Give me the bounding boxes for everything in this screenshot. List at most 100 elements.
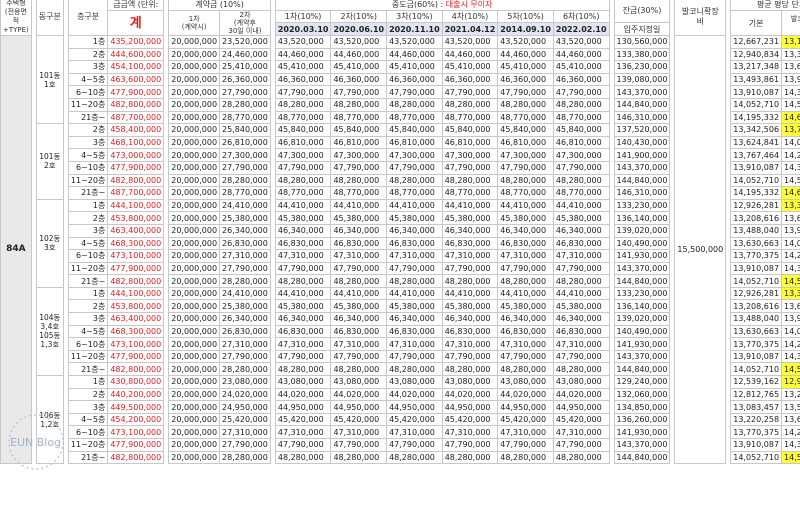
middle-payment-cell: 45,840,000 xyxy=(386,123,443,137)
middle-payment-cell: 48,770,000 xyxy=(441,110,499,125)
middle-payment-cell: 47,300,000 xyxy=(386,148,443,162)
middle-payment-cell: 44,460,000 xyxy=(330,47,388,62)
balance-cell: 130,560,000 xyxy=(613,35,671,49)
contract-2-cell: 27,790,000 xyxy=(219,85,271,99)
contract-1-cell: 20,000,000 xyxy=(168,72,221,87)
sale-price-cell: 468,300,000 xyxy=(107,236,165,251)
sale-price-cell: 473,100,000 xyxy=(107,425,165,439)
balance-cell: 143,370,000 xyxy=(613,261,671,276)
unit-price-basic-cell: 12,926,281 xyxy=(730,286,783,301)
floor-cell: 1층 xyxy=(67,286,109,301)
balance-cell: 144,840,000 xyxy=(613,173,671,188)
unit-price-balcony-cell: 14,646,486 xyxy=(781,110,800,125)
sale-price-cell: 463,400,000 xyxy=(107,312,165,326)
floor-cell: 21층~ xyxy=(67,362,109,377)
floor-cell: 4~5층 xyxy=(67,412,109,427)
floor-cell: 21층~ xyxy=(67,186,109,200)
middle-payment-cell: 48,280,000 xyxy=(552,173,610,188)
middle-payment-cell: 45,410,000 xyxy=(441,60,499,74)
balance-cell: 143,370,000 xyxy=(613,349,671,364)
middle-payment-cell: 44,020,000 xyxy=(274,387,332,402)
sale-price-cell: 463,600,000 xyxy=(107,72,165,87)
header-contract-1: 1차 (계약시) xyxy=(168,10,221,36)
header-balance: 잔금(30%) xyxy=(613,0,671,23)
middle-payment-cell: 47,790,000 xyxy=(441,349,499,364)
floor-cell: 2층 xyxy=(67,299,109,314)
middle-payment-cell: 48,280,000 xyxy=(274,450,332,465)
unit-price-balcony-cell: 14,221,528 xyxy=(781,425,800,439)
balance-cell: 136,230,000 xyxy=(613,60,671,74)
sale-price-cell: 482,800,000 xyxy=(107,274,165,288)
contract-1-cell: 20,000,000 xyxy=(168,97,221,112)
middle-payment-cell: 47,790,000 xyxy=(552,261,610,276)
sale-price-cell: 468,300,000 xyxy=(107,324,165,339)
header-date-6: 2022.02.10 xyxy=(552,22,610,36)
contract-1-cell: 20,000,000 xyxy=(168,186,221,200)
middle-payment-cell: 47,310,000 xyxy=(441,425,499,439)
floor-cell: 11~20층 xyxy=(67,261,109,276)
middle-payment-cell: 43,080,000 xyxy=(274,375,332,389)
middle-payment-cell: 47,790,000 xyxy=(330,349,388,364)
unit-price-basic-cell: 13,910,087 xyxy=(730,85,783,99)
unit-price-balcony-cell: 13,671,412 xyxy=(781,412,800,427)
sale-price-cell: 473,100,000 xyxy=(107,249,165,263)
contract-1-cell: 20,000,000 xyxy=(168,362,221,377)
middle-payment-cell: 44,020,000 xyxy=(386,387,443,402)
floor-cell: 21층~ xyxy=(67,110,109,125)
contract-2-cell: 25,420,000 xyxy=(219,412,271,427)
middle-payment-cell: 43,080,000 xyxy=(386,375,443,389)
middle-payment-cell: 47,300,000 xyxy=(441,148,499,162)
unit-price-basic-cell: 14,052,710 xyxy=(730,173,783,188)
middle-payment-cell: 47,790,000 xyxy=(552,438,610,452)
middle-payment-cell: 48,280,000 xyxy=(386,97,443,112)
contract-1-cell: 20,000,000 xyxy=(168,286,221,301)
unit-price-balcony-cell: 13,945,015 xyxy=(781,72,800,87)
middle-payment-cell: 45,380,000 xyxy=(386,211,443,225)
middle-payment-cell: 44,020,000 xyxy=(552,387,610,402)
middle-payment-cell: 45,840,000 xyxy=(497,123,554,137)
middle-payment-cell: 47,790,000 xyxy=(386,261,443,276)
middle-payment-cell: 46,830,000 xyxy=(552,324,610,339)
unit-price-basic-cell: 13,624,841 xyxy=(730,135,783,150)
middle-payment-cell: 45,420,000 xyxy=(441,412,499,427)
unit-price-balcony-cell: 13,534,610 xyxy=(781,400,800,414)
contract-2-cell: 27,310,000 xyxy=(219,337,271,351)
middle-payment-cell: 44,410,000 xyxy=(441,198,499,213)
contract-1-cell: 20,000,000 xyxy=(168,324,221,339)
middle-payment-cell: 48,280,000 xyxy=(441,97,499,112)
middle-payment-cell: 43,520,000 xyxy=(386,35,443,49)
middle-payment-cell: 48,280,000 xyxy=(330,362,388,377)
middle-payment-cell: 43,520,000 xyxy=(497,35,554,49)
dong-cell: 104동 3,4호 105동 1,3호 xyxy=(35,286,64,377)
contract-2-cell: 25,840,000 xyxy=(219,123,271,137)
middle-payment-cell: 46,340,000 xyxy=(274,312,332,326)
middle-payment-cell: 45,380,000 xyxy=(274,211,332,225)
balance-cell: 143,370,000 xyxy=(613,85,671,99)
middle-payment-cell: 47,310,000 xyxy=(552,249,610,263)
middle-payment-cell: 44,410,000 xyxy=(497,286,554,301)
middle-payment-cell: 48,770,000 xyxy=(386,186,443,200)
middle-payment-cell: 47,790,000 xyxy=(330,438,388,452)
unit-price-balcony-cell: 14,503,863 xyxy=(781,173,800,188)
middle-payment-cell: 48,280,000 xyxy=(330,274,388,288)
middle-payment-cell: 45,380,000 xyxy=(441,211,499,225)
middle-payment-cell: 45,380,000 xyxy=(497,299,554,314)
balance-cell: 134,850,000 xyxy=(613,400,671,414)
middle-payment-cell: 47,310,000 xyxy=(441,249,499,263)
middle-payment-cell: 44,460,000 xyxy=(552,47,610,62)
balance-cell: 140,430,000 xyxy=(613,135,671,150)
middle-payment-cell: 47,300,000 xyxy=(497,148,554,162)
floor-cell: 3층 xyxy=(67,60,109,74)
middle-payment-cell: 45,840,000 xyxy=(330,123,388,137)
contract-2-cell: 23,520,000 xyxy=(219,35,271,49)
contract-2-cell: 28,280,000 xyxy=(219,173,271,188)
dong-cell: 101동 2호 xyxy=(35,123,64,200)
middle-payment-cell: 47,310,000 xyxy=(497,425,554,439)
middle-payment-cell: 45,380,000 xyxy=(552,211,610,225)
header-date-5: 2014.09.10 xyxy=(497,22,554,36)
middle-payment-cell: 46,340,000 xyxy=(330,223,388,238)
middle-payment-cell: 47,310,000 xyxy=(552,425,610,439)
contract-1-cell: 20,000,000 xyxy=(168,173,221,188)
middle-payment-cell: 46,810,000 xyxy=(330,135,388,150)
balance-cell: 140,490,000 xyxy=(613,324,671,339)
